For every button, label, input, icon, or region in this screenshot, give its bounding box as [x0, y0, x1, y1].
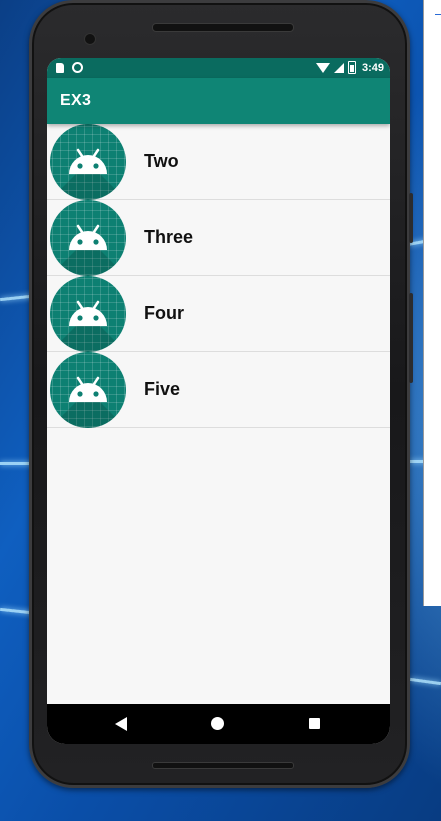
- host-window-mark: [435, 14, 441, 15]
- navigation-bar: [47, 704, 390, 744]
- list-item-label: Four: [144, 303, 184, 323]
- earpiece-speaker: [152, 23, 294, 32]
- front-camera: [84, 33, 96, 45]
- back-icon[interactable]: [115, 717, 127, 731]
- avatar: [50, 124, 126, 200]
- list-item[interactable]: Four: [47, 276, 390, 352]
- recents-icon[interactable]: [309, 718, 320, 729]
- battery-icon: [347, 61, 356, 74]
- status-right-icons: 3:49: [315, 61, 384, 74]
- list-item[interactable]: Two: [47, 124, 390, 200]
- list-item-label: Three: [144, 227, 194, 247]
- app-title: EX3: [60, 92, 92, 109]
- volume-button[interactable]: [409, 293, 413, 383]
- app-bar: EX3: [47, 78, 390, 124]
- avatar: [50, 200, 126, 276]
- status-clock: 3:49: [361, 61, 384, 74]
- sync-circle-icon: [72, 62, 83, 73]
- wallpaper-light-beam: [409, 677, 441, 686]
- phone-screen: 3:49 EX3 Two Three Four Five: [47, 58, 390, 744]
- home-icon[interactable]: [211, 717, 224, 730]
- list-item[interactable]: Five: [47, 352, 390, 428]
- sd-card-icon: [56, 62, 64, 73]
- android-icon: [69, 224, 107, 250]
- wifi-icon: [315, 62, 330, 73]
- list-item-label: Two: [144, 151, 179, 171]
- android-icon: [69, 376, 107, 402]
- list-item[interactable]: Three: [47, 200, 390, 276]
- android-icon: [69, 148, 107, 174]
- android-icon: [69, 300, 107, 326]
- item-list[interactable]: Two Three Four Five: [47, 124, 390, 428]
- avatar: [50, 352, 126, 428]
- bottom-speaker: [152, 762, 294, 769]
- status-left-icons: [56, 62, 83, 73]
- power-button[interactable]: [409, 193, 413, 243]
- avatar: [50, 276, 126, 352]
- cell-signal-icon: [333, 62, 344, 73]
- host-window-edge: [423, 0, 441, 606]
- list-item-label: Five: [144, 379, 181, 399]
- status-bar: 3:49: [47, 58, 390, 78]
